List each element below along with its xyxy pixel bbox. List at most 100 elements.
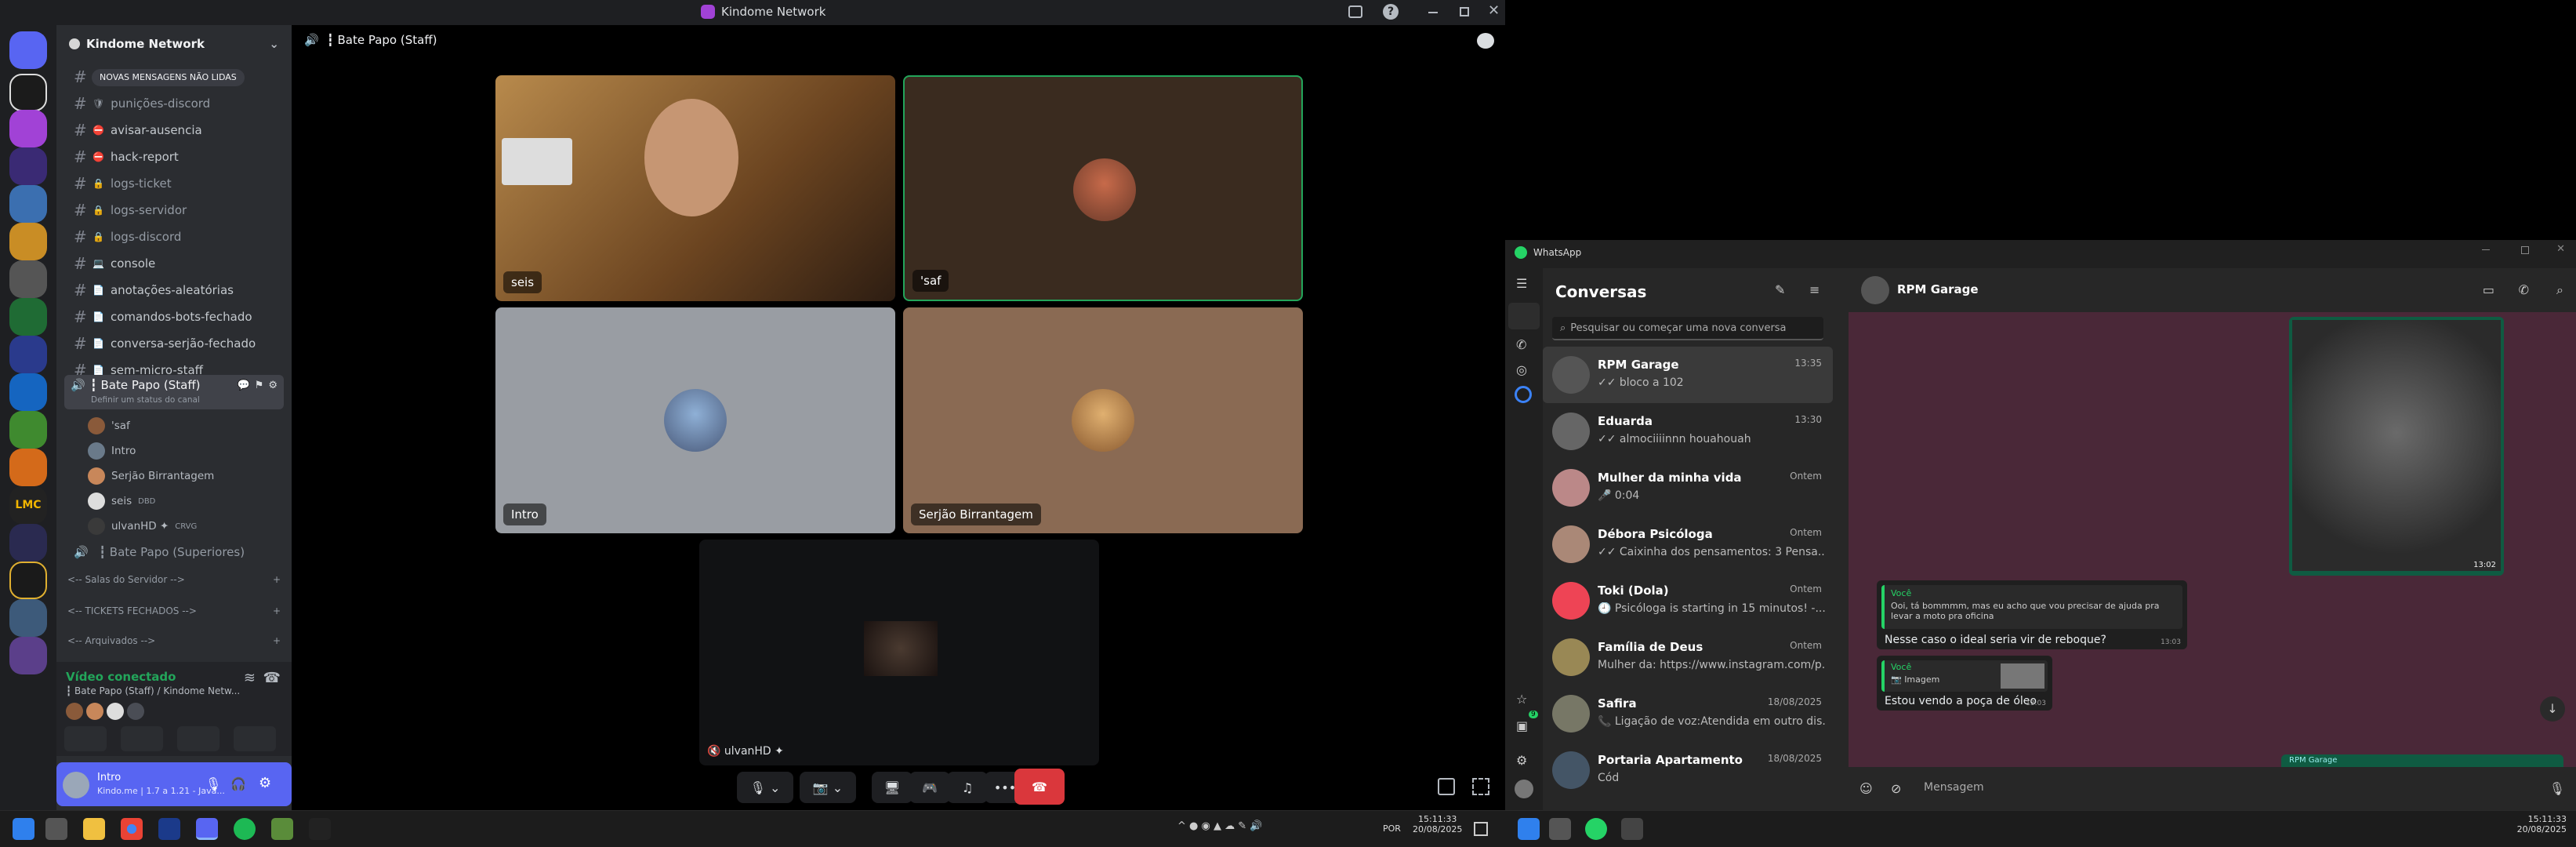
minimize-icon[interactable] [2482, 249, 2490, 250]
maximize-icon[interactable] [1460, 7, 1469, 16]
channel-logs-discord[interactable]: # 🔒 logs-discord [64, 224, 284, 249]
activity-button[interactable] [177, 726, 220, 751]
server-icon-16[interactable] [9, 637, 47, 674]
camera-toggle-button[interactable] [64, 726, 107, 751]
archived-icon[interactable]: ▣ [1516, 718, 1528, 733]
settings-icon[interactable]: ⚙ [1516, 753, 1527, 768]
meta-ai-icon[interactable] [1515, 386, 1532, 403]
video-tile-ulvanhd[interactable]: 🔇 ulvanHD ✦ [699, 540, 1099, 765]
server-icon-3[interactable] [9, 147, 47, 185]
app-icon[interactable] [158, 818, 180, 840]
help-icon[interactable]: ? [1383, 4, 1399, 20]
search-icon[interactable]: ⌕ [2556, 282, 2563, 298]
chat-item[interactable]: Mulher da minha vida Ontem 🎤 0:04 [1543, 460, 1833, 516]
screen-share-button[interactable]: 🖥 [872, 772, 912, 803]
voice-user[interactable]: Serjão Birrantagem [88, 464, 214, 488]
server-icon-7[interactable] [9, 298, 47, 336]
server-icon-6[interactable] [9, 260, 47, 298]
channel-hack-report[interactable]: # ⛔ hack-report [64, 144, 284, 169]
voice-channel-superiores[interactable]: 🔊 ┇ Bate Papo (Superiores) [64, 540, 284, 565]
invite-icon[interactable]: ⚑ [255, 380, 264, 391]
inbox-icon[interactable] [1348, 5, 1362, 18]
plus-icon[interactable]: + [273, 574, 281, 585]
settings-icon[interactable]: ⚙ [268, 380, 278, 391]
microphone-icon[interactable]: 🎙 [2549, 781, 2565, 796]
server-icon-4[interactable] [9, 185, 47, 223]
server-icon-kindome[interactable] [9, 110, 47, 147]
close-icon[interactable]: ✕ [1488, 2, 1500, 19]
start-icon[interactable] [1518, 818, 1540, 840]
message-input[interactable]: Mensagem [1924, 781, 1984, 794]
video-tile-seis[interactable]: seis [495, 75, 895, 301]
minecraft-icon[interactable] [271, 818, 293, 840]
server-icon-5[interactable] [9, 223, 47, 260]
voice-call-icon[interactable]: ✆ [2519, 282, 2529, 297]
menu-icon[interactable]: ☰ [1516, 276, 1527, 291]
calls-icon[interactable]: ✆ [1516, 337, 1526, 352]
screen-share-button[interactable] [121, 726, 163, 751]
video-call-icon[interactable]: ▭ [2483, 282, 2494, 297]
new-chat-icon[interactable]: ✎ [1775, 282, 1785, 297]
category-arquivados[interactable]: <-- Arquivados --> + [67, 635, 281, 646]
chats-icon[interactable] [1508, 303, 1540, 329]
server-icon-15[interactable] [9, 599, 47, 637]
whatsapp-taskbar-icon[interactable] [1585, 818, 1607, 840]
channel-conversa-serjão-fechado[interactable]: # 📄 conversa-serjão-fechado [64, 331, 284, 356]
fullscreen-icon[interactable] [1472, 778, 1489, 795]
channel-status-prompt[interactable]: Definir um status do canal [91, 395, 200, 405]
notification-icon[interactable] [1474, 822, 1488, 836]
outgoing-message-partial[interactable]: RPM Garage [2281, 754, 2563, 767]
profile-avatar[interactable] [1515, 780, 1533, 798]
headphones-icon[interactable]: 🎧 [230, 776, 246, 791]
message-reply-2[interactable]: Você 📷 Imagem Estou vendo a poça de óleo… [1877, 656, 2052, 711]
video-tile-intro[interactable]: Intro [495, 307, 895, 533]
voice-user[interactable]: ulvanHD ✦ CRVG [88, 514, 197, 538]
server-icon-11[interactable] [9, 449, 47, 486]
channel-logs-servidor[interactable]: # 🔒 logs-servidor [64, 198, 284, 223]
chat-icon[interactable]: 💬 [238, 380, 250, 391]
voice-user[interactable]: Intro [88, 439, 136, 463]
emoji-icon[interactable]: ☺ [1859, 781, 1873, 796]
tray-icons[interactable]: ^ ● ◉ ▲ ☁ ✎ 🔊 [1177, 820, 1262, 832]
discord-taskbar-icon[interactable] [196, 818, 218, 840]
settings-icon[interactable]: ⚙ [259, 775, 271, 791]
contact-name[interactable]: RPM Garage [1897, 282, 1979, 296]
image-message[interactable]: 13:02 [2289, 317, 2504, 576]
microphone-icon[interactable]: 🎙 [205, 776, 221, 791]
quoted-message[interactable]: Você 📷 Imagem [1881, 660, 2048, 692]
search-input[interactable]: ⌕ Pesquisar ou começar uma nova conversa [1552, 317, 1823, 340]
contact-avatar[interactable] [1861, 276, 1889, 304]
soundboard-button[interactable] [234, 726, 276, 751]
server-icon-9[interactable] [9, 373, 47, 411]
start-icon[interactable] [13, 818, 34, 840]
chat-item[interactable]: RPM Garage 13:35 ✓✓ bloco a 102 [1543, 347, 1833, 403]
connection-channel[interactable]: ┇ Bate Papo (Staff) / Kindome Netw... [66, 685, 240, 696]
chat-item[interactable]: Família de Deus Ontem Mulher da: https://w… [1543, 629, 1833, 685]
terminal-icon[interactable] [309, 818, 331, 840]
voice-user[interactable]: 'saf [88, 414, 130, 438]
app-icon[interactable] [1621, 818, 1643, 840]
server-icon-14[interactable] [9, 562, 47, 599]
attach-icon[interactable]: ⊘ [1891, 781, 1901, 796]
unread-banner[interactable]: NOVAS MENSAGENS NÃO LIDAS [92, 69, 245, 86]
server-icon-13[interactable] [9, 524, 47, 562]
server-icon-1[interactable] [9, 74, 47, 111]
chat-item[interactable]: Safira 18/08/2025 📞 Ligação de voz:Atendid… [1543, 685, 1833, 742]
task-view-icon[interactable] [45, 818, 67, 840]
video-tile-saf[interactable]: 'saf [903, 75, 1303, 301]
noise-suppression-icon[interactable]: ≋ [244, 670, 256, 686]
file-explorer-icon[interactable] [83, 818, 105, 840]
chat-item[interactable]: Eduarda 13:30 ✓✓ almociiiinnn houahouah [1543, 403, 1833, 460]
popout-icon[interactable] [1438, 778, 1455, 795]
leave-call-button[interactable]: ☎ [1014, 769, 1065, 805]
disconnect-icon[interactable]: ☎ [263, 670, 281, 686]
category-salas[interactable]: <-- Salas do Servidor --> + [67, 574, 281, 585]
video-tile-serjao[interactable]: Serjão Birrantagem [903, 307, 1303, 533]
discord-home-icon[interactable] [9, 31, 47, 69]
plus-icon[interactable]: + [273, 605, 281, 616]
voice-user[interactable]: seis DBD [88, 489, 155, 513]
server-header[interactable]: Kindome Network ⌄ [56, 25, 292, 63]
status-icon[interactable]: ◎ [1516, 362, 1527, 377]
chat-item[interactable]: Portaria Apartamento 18/08/2025 Cód [1543, 742, 1833, 798]
clock[interactable]: 15:11:33 20/08/2025 [1413, 814, 1462, 834]
